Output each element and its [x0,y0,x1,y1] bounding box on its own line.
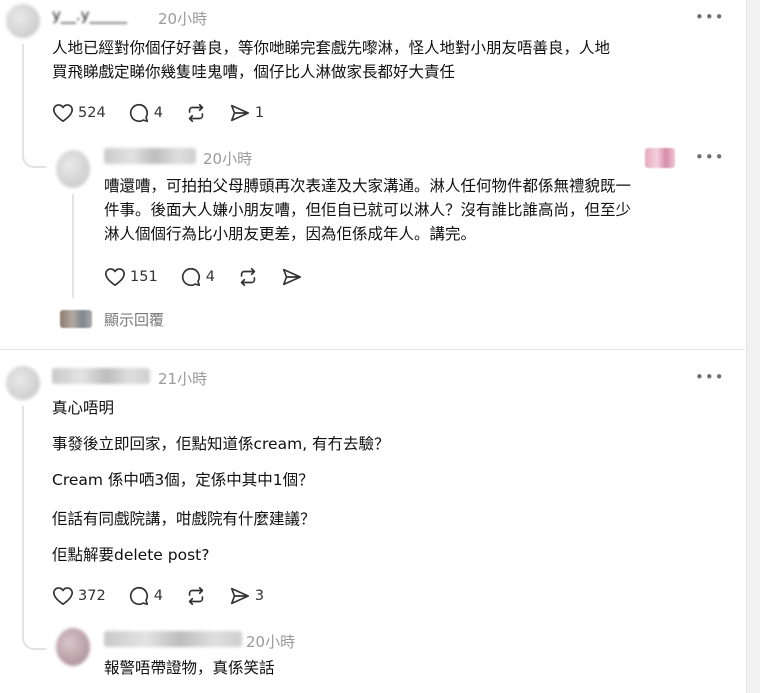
username-blurred[interactable] [104,631,242,647]
heart-icon [105,268,125,286]
share-button[interactable]: 3 [229,585,264,607]
repost-button[interactable] [185,102,207,124]
reply-count: 4 [205,269,215,285]
avatar[interactable] [6,4,40,38]
comment-divider [0,349,745,350]
reply-count: 4 [153,588,163,604]
share-count: 3 [254,588,265,604]
send-icon [230,587,249,605]
share-button[interactable] [281,266,303,288]
send-icon [282,268,301,286]
repost-icon [188,586,204,606]
avatar[interactable] [6,366,40,400]
comment-paragraph: 佢點解要delete post? [52,546,210,564]
like-button[interactable]: 151 [104,267,158,287]
comment-time: 20小時 [203,150,253,168]
media-thumbnail[interactable] [645,148,675,168]
thread-line [72,194,74,298]
repost-button[interactable] [185,585,207,607]
share-button[interactable]: 1 [229,102,264,124]
comment-text: 人地已經對你個仔好善良，等你哋睇完套戲先嚟淋，怪人地對小朋友唔善良，人地 買飛睇… [52,39,611,81]
comment-actions: 372 4 3 [52,583,286,609]
reply-avatars[interactable] [60,310,92,328]
more-options-icon[interactable]: ••• [695,8,725,26]
repost-button[interactable] [237,266,259,288]
comment-actions: 151 4 [104,264,325,290]
avatar[interactable] [56,150,90,188]
scrollbar[interactable] [746,0,760,693]
reply-button[interactable]: 4 [128,102,163,124]
repost-icon [188,103,204,123]
username-blurred[interactable] [52,368,150,384]
like-button[interactable]: 524 [52,103,106,123]
send-icon [230,104,249,122]
comment-paragraph: 真心唔明 [52,399,115,417]
heart-icon [53,104,73,122]
share-count: 1 [254,105,265,121]
more-options-icon[interactable]: ••• [695,148,725,166]
comment-text: 嘈還嘈，可拍拍父母膊頭再次表達及大家溝通。淋人任何物件都係無禮貌既一 件事。後面… [104,177,632,243]
comment-actions: 524 4 1 [52,100,286,126]
comment-bubble-icon [129,586,148,606]
comment-time: 20小時 [158,10,208,28]
comment-time: 21小時 [158,370,208,388]
like-button[interactable]: 372 [52,586,106,606]
show-replies-link[interactable]: 顯示回覆 [104,309,164,330]
thread-connector [22,44,46,168]
heart-icon [53,587,73,605]
avatar[interactable] [56,628,90,666]
like-count: 372 [78,588,106,604]
comment-time: 20小時 [246,633,296,651]
like-count: 151 [130,269,158,285]
comment-paragraph: Cream 係中哂3個，定係中其中1個？ [52,471,314,489]
thread-connector [22,620,46,650]
username-blurred[interactable] [104,148,196,164]
more-options-icon[interactable]: ••• [695,368,725,386]
comment-paragraph: 事發後立即回家，佢點知道係cream, 有冇去驗？ [52,435,390,453]
comment-bubble-icon [129,103,148,123]
comment-paragraph: 佢話有同戲院講，咁戲院有什麼建議？ [52,510,316,528]
thread-line [22,406,24,626]
reply-button[interactable]: 4 [128,585,163,607]
reply-count: 4 [153,105,163,121]
like-count: 524 [78,105,106,121]
username-partial[interactable]: y__.y_____ [52,6,127,24]
reply-button[interactable]: 4 [180,266,215,288]
comment-text: 報警唔帶證物，真係笑話 [104,659,275,677]
comment-bubble-icon [181,267,200,287]
repost-icon [240,267,256,287]
